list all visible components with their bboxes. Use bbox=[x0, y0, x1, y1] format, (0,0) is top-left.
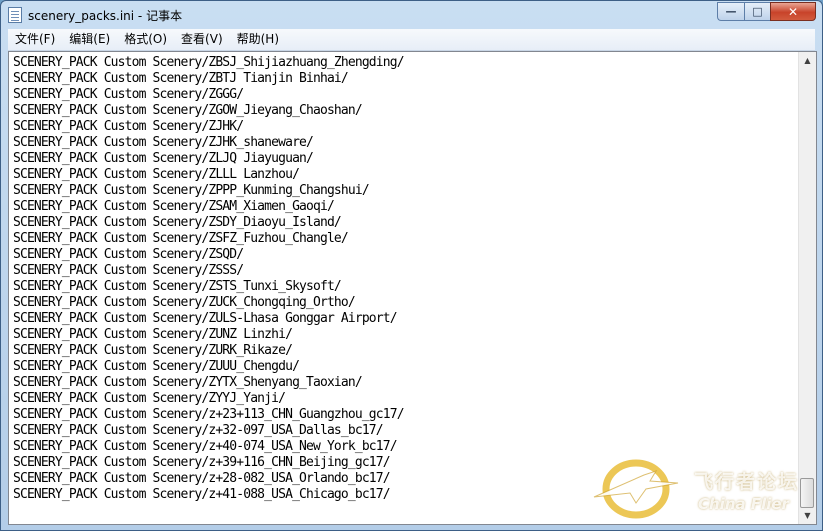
maximize-button[interactable]: □ bbox=[744, 2, 770, 21]
text-line: SCENERY_PACK Custom Scenery/ZUCK_Chongqi… bbox=[13, 295, 356, 310]
vertical-scrollbar[interactable]: ▲ ▼ bbox=[798, 52, 816, 524]
scroll-down-icon[interactable]: ▼ bbox=[799, 507, 816, 524]
text-line: SCENERY_PACK Custom Scenery/z+32-097_USA… bbox=[13, 423, 384, 438]
editor-area: SCENERY_PACK Custom Scenery/ZBSJ_Shijiaz… bbox=[8, 51, 817, 525]
text-line: SCENERY_PACK Custom Scenery/ZUNZ Linzhi/ bbox=[13, 327, 293, 342]
menu-edit[interactable]: 编辑(E) bbox=[62, 29, 117, 50]
text-line: SCENERY_PACK Custom Scenery/ZJHK/ bbox=[13, 119, 244, 134]
text-line: SCENERY_PACK Custom Scenery/ZBTJ Tianjin… bbox=[13, 71, 349, 86]
notepad-app-icon[interactable] bbox=[8, 7, 22, 23]
text-content[interactable]: SCENERY_PACK Custom Scenery/ZBSJ_Shijiaz… bbox=[9, 52, 798, 524]
text-line: SCENERY_PACK Custom Scenery/ZULS-Lhasa G… bbox=[13, 311, 398, 326]
text-line: SCENERY_PACK Custom Scenery/ZURK_Rikaze/ bbox=[13, 343, 293, 358]
text-line: SCENERY_PACK Custom Scenery/z+28-082_USA… bbox=[13, 471, 391, 486]
text-line: SCENERY_PACK Custom Scenery/ZBSJ_Shijiaz… bbox=[13, 55, 405, 70]
text-line: SCENERY_PACK Custom Scenery/ZGOW_Jieyang… bbox=[13, 103, 363, 118]
text-line: SCENERY_PACK Custom Scenery/ZGGG/ bbox=[13, 87, 244, 102]
menu-view[interactable]: 查看(V) bbox=[174, 29, 230, 50]
text-line: SCENERY_PACK Custom Scenery/ZSQD/ bbox=[13, 247, 244, 262]
close-button[interactable]: ✕ bbox=[770, 2, 816, 21]
menu-format[interactable]: 格式(O) bbox=[117, 29, 174, 50]
title-bar[interactable]: scenery_packs.ini - 记事本 — □ ✕ bbox=[1, 1, 822, 29]
scroll-up-icon[interactable]: ▲ bbox=[799, 52, 816, 69]
notepad-window: scenery_packs.ini - 记事本 — □ ✕ 文件(F) 编辑(E… bbox=[0, 0, 823, 531]
text-line: SCENERY_PACK Custom Scenery/z+41-088_USA… bbox=[13, 487, 391, 502]
caption-buttons: — □ ✕ bbox=[717, 2, 816, 22]
text-line: SCENERY_PACK Custom Scenery/ZPPP_Kunming… bbox=[13, 183, 370, 198]
minimize-icon: — bbox=[725, 5, 737, 18]
text-line: SCENERY_PACK Custom Scenery/ZSDY_Diaoyu_… bbox=[13, 215, 342, 230]
window-title: scenery_packs.ini - 记事本 bbox=[28, 9, 183, 23]
text-line: SCENERY_PACK Custom Scenery/z+40-074_USA… bbox=[13, 439, 398, 454]
text-line: SCENERY_PACK Custom Scenery/ZSSS/ bbox=[13, 263, 244, 278]
text-line: SCENERY_PACK Custom Scenery/ZLLL Lanzhou… bbox=[13, 167, 300, 182]
text-line: SCENERY_PACK Custom Scenery/ZYYJ_Yanji/ bbox=[13, 391, 286, 406]
text-line: SCENERY_PACK Custom Scenery/z+39+116_CHN… bbox=[13, 455, 391, 470]
maximize-icon: □ bbox=[752, 5, 763, 18]
menu-file[interactable]: 文件(F) bbox=[8, 29, 62, 50]
close-icon: ✕ bbox=[787, 4, 799, 19]
minimize-button[interactable]: — bbox=[717, 2, 744, 21]
text-line: SCENERY_PACK Custom Scenery/ZSAM_Xiamen_… bbox=[13, 199, 335, 214]
text-line: SCENERY_PACK Custom Scenery/ZLJQ Jiayugu… bbox=[13, 151, 314, 166]
scrollbar-thumb[interactable] bbox=[800, 478, 814, 508]
text-line: SCENERY_PACK Custom Scenery/ZSTS_Tunxi_S… bbox=[13, 279, 342, 294]
text-line: SCENERY_PACK Custom Scenery/ZJHK_shanewa… bbox=[13, 135, 314, 150]
text-line: SCENERY_PACK Custom Scenery/z+23+113_CHN… bbox=[13, 407, 405, 422]
text-line: SCENERY_PACK Custom Scenery/ZSFZ_Fuzhou_… bbox=[13, 231, 349, 246]
text-line: SCENERY_PACK Custom Scenery/ZUUU_Chengdu… bbox=[13, 359, 300, 374]
menu-help[interactable]: 帮助(H) bbox=[230, 29, 286, 50]
menu-bar: 文件(F) 编辑(E) 格式(O) 查看(V) 帮助(H) bbox=[8, 29, 815, 51]
text-line: SCENERY_PACK Custom Scenery/ZYTX_Shenyan… bbox=[13, 375, 363, 390]
